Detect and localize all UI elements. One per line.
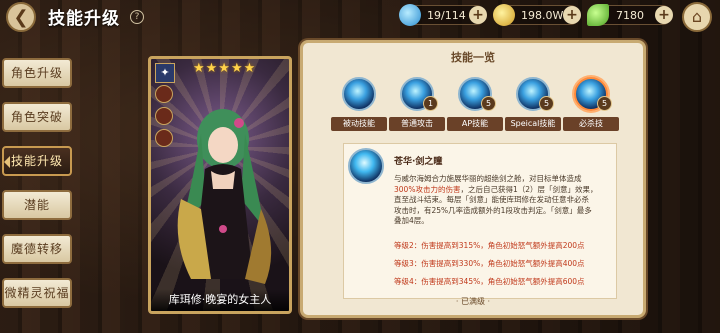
- character-name: 库珥修·晚宴的女主人: [151, 289, 289, 311]
- skill-passive[interactable]: 被动技能: [331, 77, 387, 131]
- gold-counter: 198.0W +: [493, 4, 581, 26]
- skill-description: 与威尔海姆合力施展华丽的超绝剑之舱，对目标单体造成 300%攻击力的伤害，之后自…: [394, 174, 598, 226]
- stamina-counter: 19/114 +: [399, 4, 487, 26]
- passive-skill-icon: [342, 77, 376, 111]
- help-icon[interactable]: ?: [130, 10, 144, 24]
- ultimate-skill-icon: 5: [574, 77, 612, 111]
- skill-panel: 技能一览 被动技能 1 普通攻击 5 AP技能 5 Speical技能 5 必杀…: [300, 40, 646, 318]
- sidebar-item-skill-upgrade[interactable]: 技能升级: [2, 146, 72, 176]
- sidebar-item-transfer[interactable]: 魔德转移: [2, 234, 72, 264]
- sidebar-item-spirit-blessing[interactable]: 微精灵祝福: [2, 278, 72, 308]
- skill-name: 苍华·剑之瞳: [394, 157, 443, 167]
- skill-level-badge: 5: [597, 96, 612, 111]
- top-bar: ❮ 技能升级 ? 19/114 + 198.0W + 7180 + ⌂: [0, 0, 720, 34]
- level-effect: 等级3：伤害提高到330%，角色初始怒气额外提高400点: [394, 259, 585, 268]
- green-leaf-icon: [587, 4, 609, 26]
- max-level-label: · 已满级 ·: [455, 297, 491, 306]
- level-effect: 等级4：伤害提高到345%，角色初始怒气额外提高600点: [394, 277, 585, 286]
- sidebar-item-breakthrough[interactable]: 角色突破: [2, 102, 72, 132]
- add-stamina-button[interactable]: +: [469, 6, 487, 24]
- add-leaf-button[interactable]: +: [655, 6, 673, 24]
- home-button[interactable]: ⌂: [682, 2, 712, 32]
- panel-title: 技能一览: [451, 51, 495, 64]
- add-gold-button[interactable]: +: [563, 6, 581, 24]
- skill-ap[interactable]: 5 AP技能: [447, 77, 503, 131]
- character-card: ✦ ★★★★★ 库珥修·晚宴的女主人: [148, 56, 292, 314]
- normal-attack-icon: 1: [400, 77, 438, 111]
- character-portrait: [177, 109, 272, 284]
- sidebar-item-potential[interactable]: 潜能: [2, 190, 72, 220]
- skill-level-badge: 5: [481, 96, 496, 111]
- selected-skill-icon: [348, 148, 384, 184]
- skill-special[interactable]: 5 Speical技能: [505, 77, 561, 131]
- skill-ultimate[interactable]: 5 必杀技: [563, 77, 619, 131]
- sidebar-item-character-upgrade[interactable]: 角色升级: [2, 58, 72, 88]
- skill-detail: 苍华·剑之瞳 与威尔海姆合力施展华丽的超绝剑之舱，对目标单体造成 300%攻击力…: [343, 143, 617, 299]
- sidebar: 角色升级 角色突破 技能升级 潜能 魔德转移 微精灵祝福: [2, 58, 76, 322]
- ap-skill-icon: 5: [458, 77, 496, 111]
- skill-level-badge: 1: [423, 96, 438, 111]
- skill-level-badge: 5: [539, 96, 554, 111]
- leaf-counter: 7180 +: [587, 4, 673, 26]
- special-skill-icon: 5: [516, 77, 554, 111]
- skill-list: 被动技能 1 普通攻击 5 AP技能 5 Speical技能 5 必杀技: [331, 77, 621, 141]
- gold-coin-icon: [493, 4, 515, 26]
- blue-crystal-icon: [399, 4, 421, 26]
- rarity-stars: ★★★★★: [193, 61, 257, 76]
- back-button[interactable]: ❮: [6, 2, 36, 32]
- skill-normal-attack[interactable]: 1 普通攻击: [389, 77, 445, 131]
- level-effect: 等级2：伤害提高到315%，角色初始怒气额外提高200点: [394, 241, 585, 250]
- page-title: 技能升级: [48, 9, 120, 29]
